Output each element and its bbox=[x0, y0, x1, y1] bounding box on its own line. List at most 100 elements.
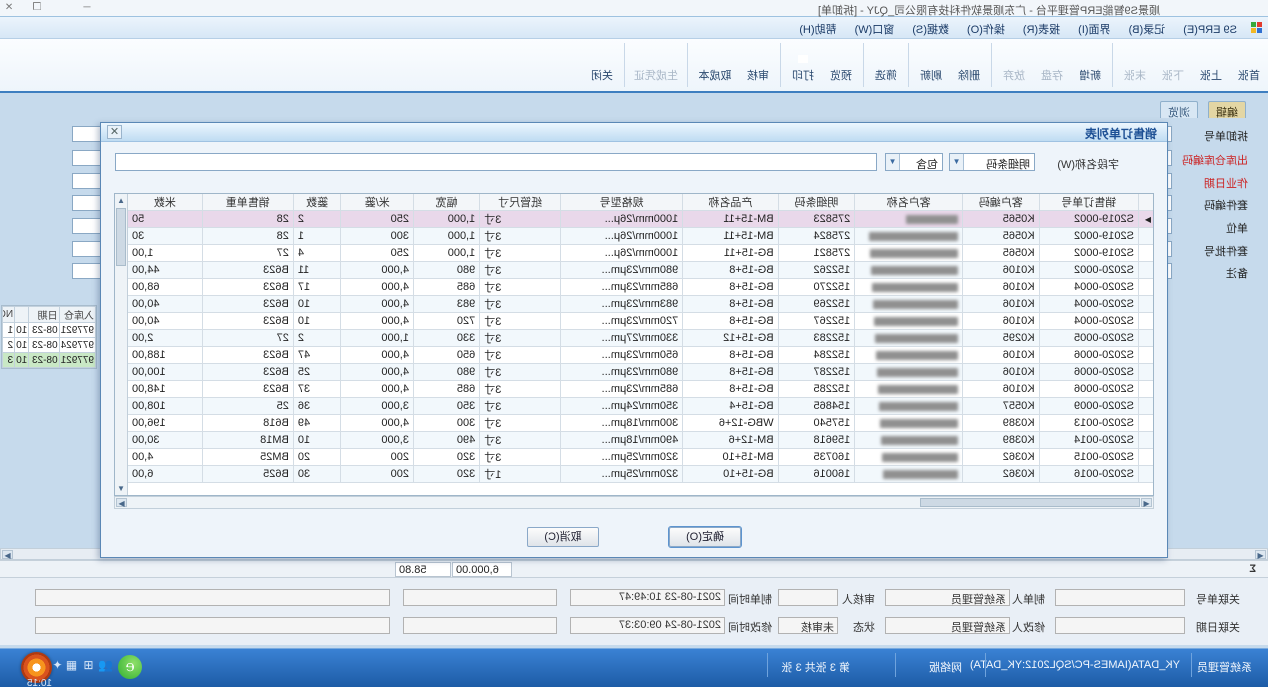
grid-cell: 40,00 bbox=[128, 296, 203, 313]
grid-row-9[interactable]: S2020-0006K0106152287BG-15+8980mm/23μm..… bbox=[128, 364, 1154, 381]
grid-header-6[interactable]: 纸管尺寸 bbox=[480, 194, 561, 211]
fragment-row[interactable]: 97792408-23102 bbox=[3, 338, 96, 353]
toolbar-last-button: 末张 bbox=[1116, 39, 1154, 91]
ok-button[interactable]: 确定(O) bbox=[669, 527, 741, 547]
grid-cell: K0106 bbox=[962, 347, 1039, 364]
scroll-right-icon[interactable]: ▶ bbox=[116, 498, 127, 507]
toolbar-delete-button[interactable]: 删除 bbox=[950, 39, 988, 91]
grid-header-2[interactable]: 客户名称 bbox=[855, 194, 963, 211]
menu-item-3[interactable]: 报表(R) bbox=[1014, 17, 1069, 37]
filter-field-combo[interactable]: 明细条码▼ bbox=[949, 153, 1035, 171]
grid-header-10[interactable]: 销售单重 bbox=[202, 194, 293, 211]
grid-row-11[interactable]: S2020-0009K0557154865BG-15+4350mm/24μm..… bbox=[128, 398, 1154, 415]
cancel-button[interactable]: 取消(C) bbox=[527, 527, 599, 547]
menu-item-0[interactable]: S9 ERP(E) bbox=[1174, 20, 1246, 36]
row-marker-cell bbox=[1139, 262, 1154, 279]
toolbar-cost-button[interactable]: 取成本 bbox=[691, 39, 739, 91]
grid-row-6[interactable]: S2020-0004K0106152267BG-15+8720mm/23μm..… bbox=[128, 313, 1154, 330]
toolbar-separator bbox=[1112, 43, 1113, 87]
dialog-titlebar[interactable]: 销售订单列表 ✕ bbox=[101, 123, 1167, 142]
h-scroll-thumb[interactable] bbox=[920, 498, 1140, 507]
grid-cell: 320 bbox=[413, 449, 479, 466]
tab-edit[interactable]: 编辑 bbox=[1208, 101, 1246, 118]
maximize-button[interactable]: ❐ bbox=[24, 1, 50, 15]
menu-item-2[interactable]: 界面(I) bbox=[1069, 17, 1119, 37]
grid-header-1[interactable]: 客户编码 bbox=[962, 194, 1039, 211]
grid-cell: BG-15+8 bbox=[683, 381, 778, 398]
grid-header-5[interactable]: 规格型号 bbox=[561, 194, 683, 211]
fragment-cell: 08-23 bbox=[29, 338, 59, 353]
close-button[interactable]: ✕ bbox=[0, 1, 22, 15]
toolbar-preview-button[interactable]: 预览 bbox=[822, 39, 860, 91]
orders-grid[interactable]: 销售订单号客户编码客户名称明细条码产品名称规格型号纸管尺寸幅宽米/篓篓数销售单重… bbox=[114, 193, 1154, 496]
toolbar-filter-button[interactable]: 筛选 bbox=[867, 39, 905, 91]
blurred-customer-name bbox=[875, 334, 958, 343]
grid-header-9[interactable]: 篓数 bbox=[293, 194, 341, 211]
grid-row-12[interactable]: S2020-0013K0389157540WBG-12+6300mm/18μm.… bbox=[128, 415, 1154, 432]
grid-v-scrollbar[interactable]: ▲ ▼ bbox=[115, 194, 128, 495]
scroll-down-icon[interactable]: ▼ bbox=[115, 482, 127, 495]
grid-cell: 30 bbox=[293, 466, 341, 483]
form-label-1-0: 关联日期 bbox=[1196, 619, 1240, 635]
grid-header-7[interactable]: 幅宽 bbox=[413, 194, 479, 211]
toolbar-exit-button[interactable]: 关闭 bbox=[583, 39, 621, 91]
grid-row-2[interactable]: S2019-0002K0565275821BG-15+111000mm/26μ.… bbox=[128, 245, 1154, 262]
toolbar-refresh-button[interactable]: 刷新 bbox=[912, 39, 950, 91]
grid-header-11[interactable]: 米数 bbox=[128, 194, 203, 211]
grid-row-7[interactable]: S2020-0005K0295152283BG-15+12330mm/27μm.… bbox=[128, 330, 1154, 347]
tray-grid-icon[interactable]: ⊞ bbox=[81, 658, 96, 673]
grid-cell: 250 bbox=[341, 211, 414, 228]
scroll-right-icon[interactable]: ▶ bbox=[2, 550, 13, 559]
menu-item-7[interactable]: 帮助(H) bbox=[790, 17, 845, 37]
chevron-down-icon[interactable]: ▼ bbox=[886, 154, 900, 170]
menu-item-6[interactable]: 窗口(W) bbox=[846, 17, 904, 37]
grid-h-scrollbar[interactable]: ◀ ▶ bbox=[114, 496, 1154, 509]
grid-cell: 160735 bbox=[778, 449, 855, 466]
dialog-close-icon[interactable]: ✕ bbox=[107, 125, 122, 139]
grid-row-8[interactable]: S2020-0006K0106152284BG-15+8650mm/23μm..… bbox=[128, 347, 1154, 364]
toolbar-audit-button[interactable]: 审核 bbox=[739, 39, 777, 91]
toolbar-prev-button[interactable]: 上张 bbox=[1192, 39, 1230, 91]
tray-image-icon[interactable]: ▦ bbox=[64, 658, 79, 673]
toolbar-separator bbox=[908, 43, 909, 87]
toolbar-print-button[interactable]: 打印 bbox=[784, 39, 822, 91]
toolbar-button-label: 生成凭证 bbox=[628, 67, 684, 83]
scroll-up-icon[interactable]: ▲ bbox=[115, 194, 127, 207]
scroll-left-icon[interactable]: ◀ bbox=[1141, 498, 1152, 507]
toolbar-add-button[interactable]: 新增 bbox=[1071, 39, 1109, 91]
grid-row-0[interactable]: ▶S2019-0002K0565275823BM-15+111000mm/26μ… bbox=[128, 211, 1154, 228]
grid-row-15[interactable]: S2020-0016K0362160016BG-15+10320mm/25μm.… bbox=[128, 466, 1154, 483]
grid-row-13[interactable]: S2020-0014K0389159618BM-12+6490mm/18μm..… bbox=[128, 432, 1154, 449]
grid-cell: 350 bbox=[413, 398, 479, 415]
scroll-left-icon[interactable]: ◀ bbox=[1255, 550, 1266, 559]
filter-operator-combo[interactable]: 包含▼ bbox=[885, 153, 943, 171]
green-app-icon[interactable]: ℮ bbox=[118, 655, 142, 679]
menu-item-5[interactable]: 数据(S) bbox=[903, 17, 958, 37]
grid-header-4[interactable]: 产品名称 bbox=[683, 194, 778, 211]
menu-item-1[interactable]: 记录(B) bbox=[1120, 17, 1175, 37]
filter-field-label: 字段名称(W) bbox=[1057, 156, 1119, 172]
filter-value-input[interactable] bbox=[115, 153, 877, 171]
fragment-row[interactable]: 97792108-23101 bbox=[3, 323, 96, 338]
fragment-row[interactable]: 97792108-23103 bbox=[3, 353, 96, 368]
grid-row-5[interactable]: S2020-0004K0106152269BG-15+8983mm/23μm..… bbox=[128, 296, 1154, 313]
grid-row-10[interactable]: S2020-0006K0106152285BG-15+8685mm/23μm..… bbox=[128, 381, 1154, 398]
grid-row-1[interactable]: S2019-0002K0565275824BM-15+111000mm/26μ.… bbox=[128, 228, 1154, 245]
grid-cell: BG-15+10 bbox=[683, 466, 778, 483]
v-scroll-thumb[interactable] bbox=[116, 208, 126, 266]
grid-row-3[interactable]: S2020-0002K0106152262BG-15+8980mm/23μm..… bbox=[128, 262, 1154, 279]
grid-header-0[interactable]: 销售订单号 bbox=[1039, 194, 1138, 211]
menu-item-4[interactable]: 操作(O) bbox=[958, 17, 1014, 37]
grid-header-8[interactable]: 米/篓 bbox=[341, 194, 414, 211]
grid-row-14[interactable]: S2020-0015K0362160735BM-15+10320mm/25μm.… bbox=[128, 449, 1154, 466]
toolbar-button-label: 存盘 bbox=[1033, 67, 1071, 83]
tray-tool-icon[interactable]: ✦ bbox=[50, 658, 65, 673]
tab-browse[interactable]: 浏览 bbox=[1160, 101, 1198, 118]
tray-users-icon[interactable]: 👥 bbox=[98, 658, 113, 673]
form-value-0-2 bbox=[778, 589, 838, 606]
grid-row-4[interactable]: S2020-0004K0106152270BG-15+8685mm/23μm..… bbox=[128, 279, 1154, 296]
chevron-down-icon[interactable]: ▼ bbox=[950, 154, 964, 170]
toolbar-first-button[interactable]: 首张 bbox=[1230, 39, 1268, 91]
minimize-button[interactable]: ─ bbox=[74, 1, 100, 15]
grid-header-3[interactable]: 明细条码 bbox=[778, 194, 855, 211]
